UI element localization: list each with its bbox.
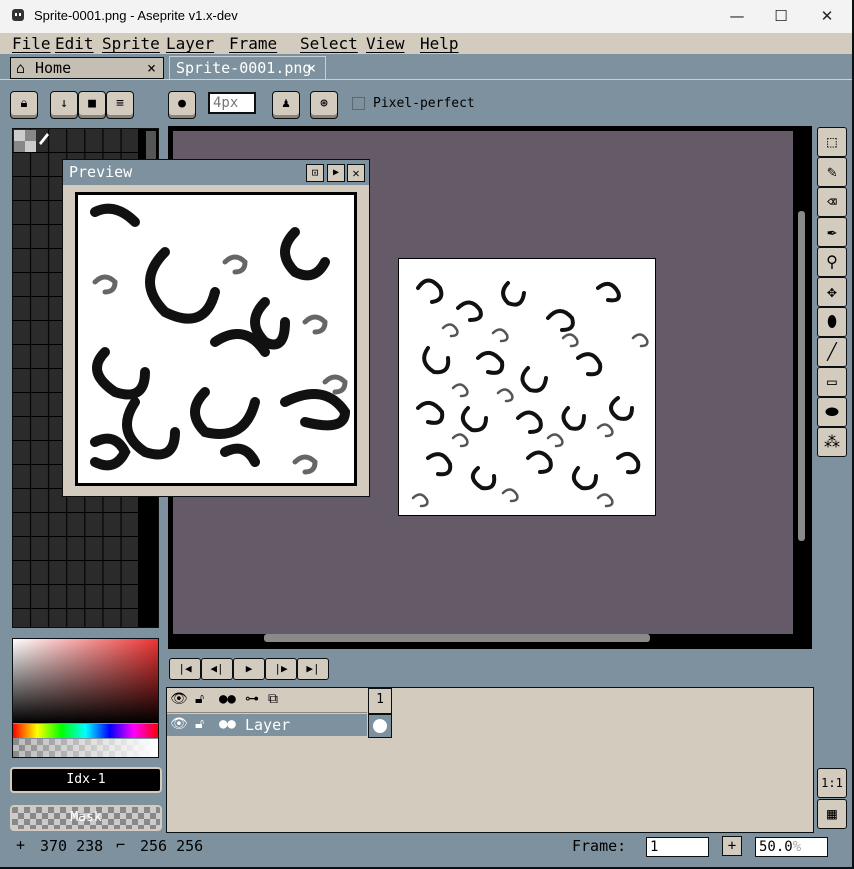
- frame-header-icon[interactable]: ⧉: [268, 691, 278, 707]
- first-frame-icon[interactable]: |◀: [169, 658, 201, 680]
- preview-center-icon[interactable]: ⊡: [306, 164, 324, 182]
- menu-help[interactable]: Help: [420, 34, 459, 53]
- preview-title: Preview: [69, 163, 133, 181]
- color-picker[interactable]: [12, 638, 159, 758]
- status-bar: + 370 238 ⌐ 256 256 Frame: 1 + 50.0%: [0, 835, 852, 859]
- timeline-toggle-icon[interactable]: ▦: [817, 799, 847, 829]
- preview-window[interactable]: Preview ⊡ ▶ ✕: [62, 159, 370, 497]
- frame-label: Frame:: [572, 837, 627, 855]
- selection-size-icon: ⌐: [116, 836, 126, 854]
- ink-icon[interactable]: ♟: [272, 91, 300, 119]
- marquee-tool-icon[interactable]: ⬚: [817, 127, 847, 157]
- menu-layer[interactable]: Layer: [166, 34, 214, 53]
- layer-name[interactable]: Layer: [245, 716, 290, 734]
- next-frame-icon[interactable]: |▶: [265, 658, 297, 680]
- layer-lock-icon[interactable]: 🔓︎: [195, 716, 204, 732]
- prev-frame-icon[interactable]: ◀|: [201, 658, 233, 680]
- preview-canvas: [75, 192, 357, 486]
- timeline[interactable]: 👁︎ 🔓︎ ●● ⊶ ⧉ 1 👁︎ 🔓︎ ●● Layer: [166, 687, 814, 833]
- eyedropper-tool-icon[interactable]: ✒: [817, 217, 847, 247]
- cel-frame-1[interactable]: [368, 714, 392, 738]
- pencil-tool-icon[interactable]: ✎: [817, 157, 847, 187]
- cursor-position: 370 238: [40, 837, 104, 855]
- zoom-value: 50.0: [759, 839, 793, 855]
- sprite-canvas[interactable]: [398, 258, 656, 516]
- save-icon[interactable]: ■: [78, 91, 106, 119]
- horizontal-scrollbar[interactable]: [264, 634, 650, 642]
- crosshair-icon: +: [16, 836, 26, 854]
- preview-close-icon[interactable]: ✕: [347, 164, 365, 182]
- layer-continuous-icon[interactable]: ●●: [219, 716, 236, 732]
- aseprite-logo-icon: [12, 9, 24, 21]
- color-index-button[interactable]: Idx-1: [10, 767, 162, 793]
- menu-file[interactable]: File: [12, 34, 51, 53]
- alpha-slider[interactable]: [13, 739, 158, 757]
- tab-divider: [0, 79, 852, 80]
- brush-type-icon[interactable]: ●: [168, 91, 196, 119]
- zoom-reset-button[interactable]: 1:1: [817, 768, 847, 798]
- layer-row[interactable]: 👁︎ 🔓︎ ●● Layer: [167, 714, 367, 736]
- title-bar: Sprite-0001.png - Aseprite v1.x-dev — ☐ …: [0, 0, 852, 33]
- menu-lines-icon[interactable]: ≡: [106, 91, 134, 119]
- sprite-size: 256 256: [140, 837, 204, 855]
- color-sv-box[interactable]: [13, 639, 158, 723]
- window-title: Sprite-0001.png - Aseprite v1.x-dev: [34, 8, 238, 23]
- play-icon[interactable]: ▶: [233, 658, 265, 680]
- move-tool-icon[interactable]: ✥: [817, 277, 847, 307]
- continuous-header-icon[interactable]: ●●: [219, 691, 236, 707]
- contour-tool-icon[interactable]: ⬬: [817, 397, 847, 427]
- tab-home-label: Home: [35, 59, 72, 77]
- aseprite-window: Sprite-0001.png - Aseprite v1.x-dev — ☐ …: [0, 0, 854, 869]
- mask-color-button[interactable]: Mask: [10, 805, 162, 831]
- zoom-unit: %: [792, 839, 802, 855]
- brush-size-input[interactable]: [208, 92, 256, 114]
- frame-number-header[interactable]: 1: [368, 688, 392, 714]
- rectangle-tool-icon[interactable]: ▭: [817, 367, 847, 397]
- fill-tool-icon[interactable]: ⬮: [817, 307, 847, 337]
- home-icon: ⌂: [16, 59, 26, 77]
- zoom-input[interactable]: 50.0%: [755, 837, 828, 857]
- menu-edit[interactable]: Edit: [55, 34, 94, 53]
- menu-view[interactable]: View: [366, 34, 405, 53]
- lock-header-icon[interactable]: 🔓︎: [195, 691, 204, 707]
- zoom-tool-icon[interactable]: ⚲: [817, 247, 847, 277]
- pixel-perfect-label: Pixel-perfect: [373, 96, 475, 111]
- close-window-button[interactable]: ✕: [804, 0, 850, 33]
- frame-input[interactable]: 1: [646, 837, 709, 857]
- line-tool-icon[interactable]: ╱: [817, 337, 847, 367]
- pixel-perfect-checkbox[interactable]: [352, 97, 365, 110]
- arrow-down-icon[interactable]: ↓: [50, 91, 78, 119]
- menu-bar: File Edit Sprite Layer Frame Select View…: [0, 33, 852, 54]
- tab-home[interactable]: ⌂ Home ×: [10, 57, 164, 79]
- eraser-tool-icon[interactable]: ⌫: [817, 187, 847, 217]
- eye-header-icon[interactable]: 👁︎: [170, 691, 188, 707]
- tab-sprite-label: Sprite-0001.png: [176, 59, 312, 77]
- last-frame-icon[interactable]: ▶|: [297, 658, 329, 680]
- menu-select[interactable]: Select: [300, 34, 358, 53]
- minimize-button[interactable]: —: [714, 0, 760, 33]
- layer-visible-icon[interactable]: 👁︎: [170, 716, 188, 732]
- vertical-scrollbar[interactable]: [798, 211, 805, 541]
- tab-home-close-icon[interactable]: ×: [147, 58, 156, 78]
- dynamics-icon[interactable]: ⊛: [310, 91, 338, 119]
- preview-play-icon[interactable]: ▶: [327, 164, 345, 182]
- timeline-header: 👁︎ 🔓︎ ●● ⊶ ⧉: [167, 688, 367, 713]
- tab-sprite[interactable]: Sprite-0001.png ×: [169, 56, 326, 80]
- lock-icon[interactable]: 🔒︎: [10, 91, 38, 119]
- add-frame-icon[interactable]: +: [722, 836, 742, 856]
- maximize-button[interactable]: ☐: [758, 0, 804, 33]
- tab-sprite-close-icon[interactable]: ×: [307, 58, 316, 78]
- hue-slider[interactable]: [13, 724, 158, 738]
- layer-tree-icon[interactable]: ⊶: [245, 691, 259, 707]
- menu-frame[interactable]: Frame: [229, 34, 277, 53]
- cel-dot-icon: [373, 719, 387, 733]
- menu-sprite[interactable]: Sprite: [102, 34, 160, 53]
- blur-tool-icon[interactable]: ⁂: [817, 427, 847, 457]
